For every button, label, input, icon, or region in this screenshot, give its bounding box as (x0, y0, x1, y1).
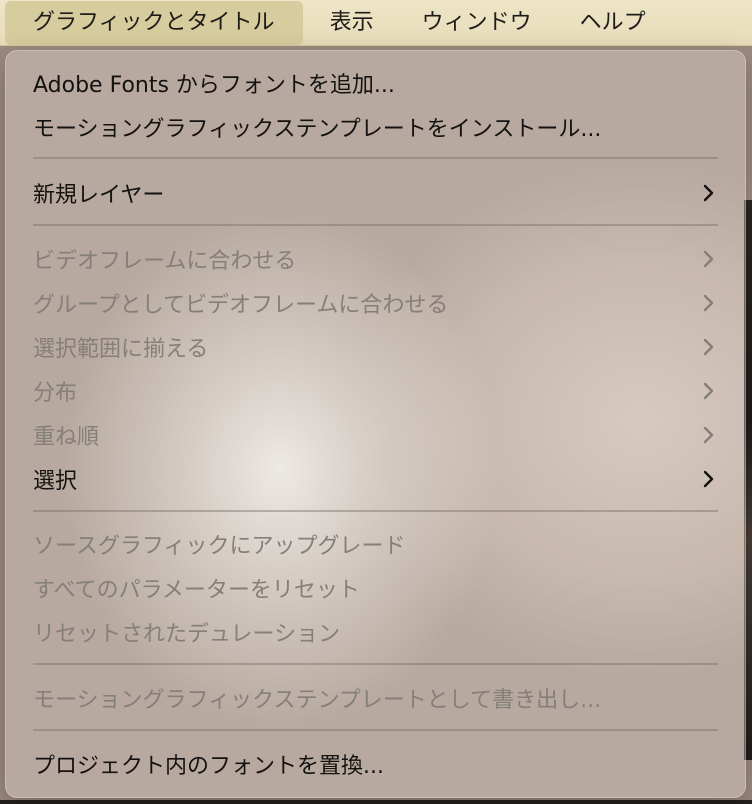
chevron-right-icon (703, 382, 714, 400)
menu-item-label: モーショングラフィックステンプレートとして書き出し... (33, 688, 602, 713)
graphics-titles-dropdown: Adobe Fonts からフォントを追加... モーショングラフィックステンプ… (5, 50, 746, 798)
menu-item-distribute[interactable]: 分布 (33, 371, 718, 411)
menu-item-reset-all-parameters[interactable]: すべてのパラメーターをリセット (33, 568, 718, 608)
menu-item-label: 重ね順 (33, 425, 100, 450)
chevron-right-icon (703, 294, 714, 312)
menu-item-fit-group-video-frame[interactable]: グループとしてビデオフレームに合わせる (33, 283, 718, 323)
menu-separator (33, 510, 718, 512)
menubar-help[interactable]: ヘルプ (553, 1, 667, 45)
menu-item-label: モーショングラフィックステンプレートをインストール... (33, 117, 602, 142)
menu-item-fit-video-frame[interactable]: ビデオフレームに合わせる (33, 239, 718, 279)
chevron-right-icon (703, 426, 714, 444)
menubar-graphics-titles[interactable]: グラフィックとタイトル (5, 0, 303, 45)
menu-item-label: すべてのパラメーターをリセット (33, 578, 360, 603)
menu-item-select[interactable]: 選択 (33, 459, 718, 499)
menu-item-label: プロジェクト内のフォントを置換... (33, 754, 384, 779)
menu-separator (33, 157, 718, 159)
menu-item-label: グループとしてビデオフレームに合わせる (33, 293, 449, 318)
background-bottom-edge (0, 800, 752, 804)
menu-item-replace-fonts[interactable]: プロジェクト内のフォントを置換... (33, 744, 718, 784)
menu-item-label: リセットされたデュレーション (33, 622, 341, 647)
menubar-window[interactable]: ウィンドウ (395, 1, 553, 45)
menu-separator (33, 224, 718, 226)
menu-item-install-mogrt[interactable]: モーショングラフィックステンプレートをインストール... (33, 107, 718, 147)
chevron-right-icon (703, 250, 714, 268)
menu-separator (33, 729, 718, 731)
menu-item-label: ビデオフレームに合わせる (33, 249, 297, 274)
menu-item-reset-duration[interactable]: リセットされたデュレーション (33, 612, 718, 652)
menu-item-new-layer[interactable]: 新規レイヤー (33, 173, 718, 213)
menu-item-label: 新規レイヤー (33, 183, 165, 208)
menubar-view[interactable]: 表示 (303, 1, 395, 45)
menu-item-upgrade-source-graphic[interactable]: ソースグラフィックにアップグレード (33, 524, 718, 564)
menu-item-label: 選択 (33, 469, 78, 494)
menu-item-align-selection[interactable]: 選択範囲に揃える (33, 327, 718, 367)
menu-item-label: ソースグラフィックにアップグレード (33, 534, 406, 559)
menu-item-label: Adobe Fonts からフォントを追加... (33, 73, 395, 98)
menu-separator (33, 663, 718, 665)
chevron-right-icon (703, 338, 714, 356)
chevron-right-icon (703, 184, 714, 202)
menu-item-label: 分布 (33, 381, 78, 406)
menu-item-label: 選択範囲に揃える (33, 337, 209, 362)
menu-item-add-adobe-fonts[interactable]: Adobe Fonts からフォントを追加... (33, 63, 718, 103)
menu-bar: グラフィックとタイトル 表示 ウィンドウ ヘルプ (0, 0, 752, 46)
menu-item-export-mogrt[interactable]: モーショングラフィックステンプレートとして書き出し... (33, 678, 718, 718)
menu-item-arrange[interactable]: 重ね順 (33, 415, 718, 455)
chevron-right-icon (703, 470, 714, 488)
